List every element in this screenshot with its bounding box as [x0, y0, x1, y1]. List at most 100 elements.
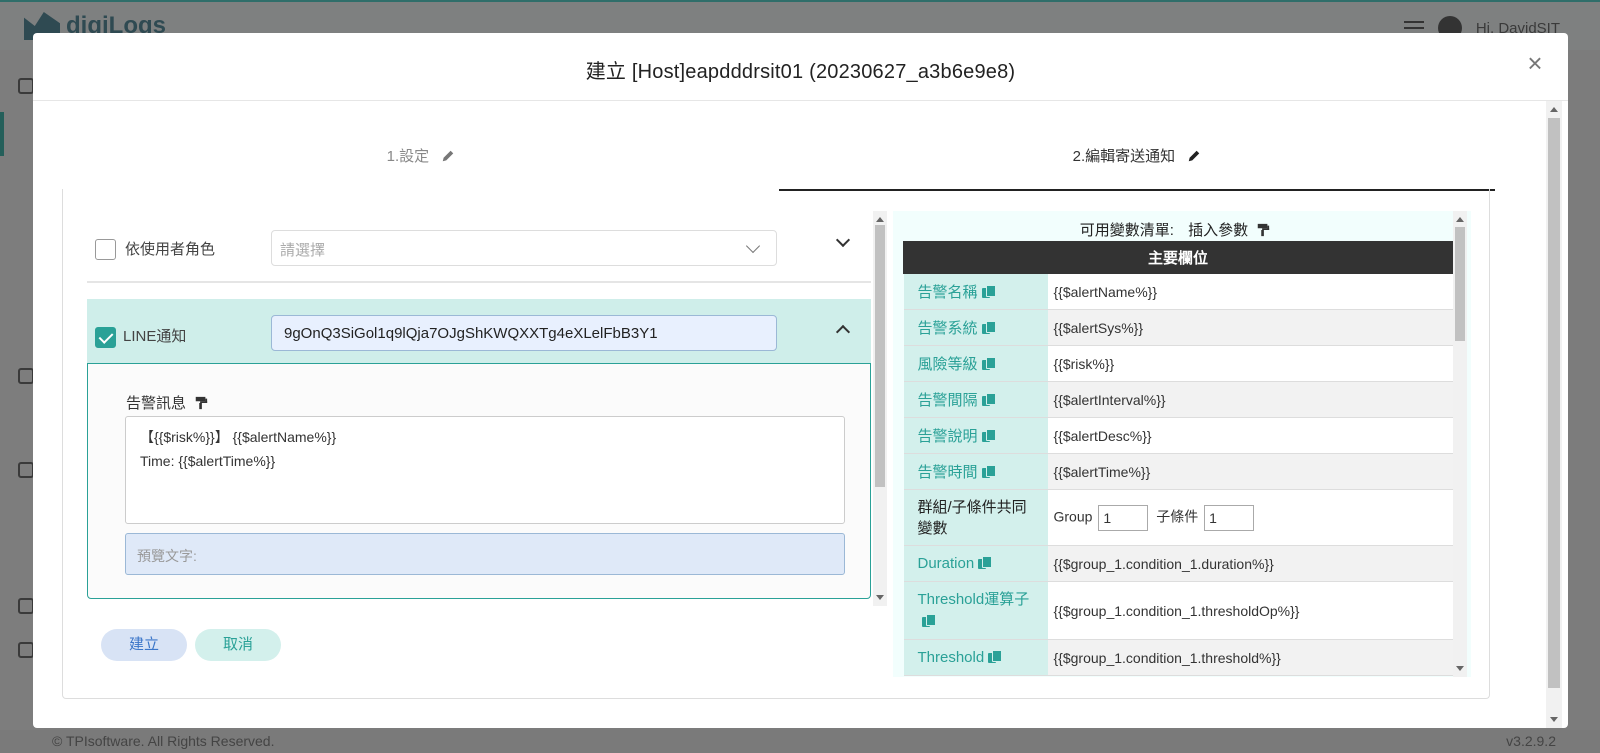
var-value: {{$alertSys%}}: [1047, 309, 1453, 346]
copy-icon[interactable]: [981, 393, 996, 407]
scroll-thumb[interactable]: [1548, 118, 1560, 688]
modal-title: 建立 [Host]eapdddrsit01 (20230627_a3b6e9e8…: [585, 61, 1016, 83]
table-row: 告警系統 {{$alertSys%}}: [903, 309, 1453, 346]
step-tabs: 1.設定 2.編輯寄送通知: [63, 141, 1495, 191]
notification-settings: 依使用者角色 請選擇 LINE通知 9gOnQ3SiGol1q9lQja7OJg…: [87, 211, 887, 606]
scroll-thumb[interactable]: [1455, 227, 1465, 341]
copy-icon[interactable]: [981, 321, 996, 335]
line-row: LINE通知 9gOnQ3SiGol1q9lQja7OJgShKWQXXTg4e…: [87, 299, 871, 363]
format-brush-icon[interactable]: [1256, 223, 1270, 237]
close-icon[interactable]: ×: [1520, 49, 1550, 79]
copy-icon[interactable]: [981, 285, 996, 299]
role-row: 依使用者角色 請選擇: [87, 221, 871, 283]
chart-icon: [18, 462, 34, 478]
line-checkbox[interactable]: [95, 327, 116, 348]
message-line-2: Time: {{$alertTime%}}: [140, 453, 276, 469]
scroll-down-icon[interactable]: [1456, 666, 1464, 671]
alert-message-box: 告警訊息 【{{$risk%}}】 {{$alertName%}} Time: …: [87, 363, 871, 599]
pencil-icon: [1189, 150, 1200, 162]
line-label: LINE通知: [123, 328, 187, 345]
group-key: 群組/子條件共同變數: [903, 489, 1048, 546]
var-key: 告警間隔: [917, 392, 978, 409]
scroll-down-icon[interactable]: [876, 595, 884, 600]
variables-table: 主要欄位 告警名稱 {{$alertName%}} 告警系統 {{$alertS…: [903, 241, 1453, 676]
role-select[interactable]: 請選擇: [271, 230, 777, 266]
table-row: Duration {{$group_1.condition_1.duration…: [903, 545, 1453, 582]
table-row: Threshold {{$group_1.condition_1.thresho…: [903, 639, 1453, 676]
message-line-1: 【{{$risk%}}】 {{$alertName%}}: [140, 429, 337, 445]
copy-icon[interactable]: [981, 429, 996, 443]
footer-version: v3.2.9.2: [1506, 733, 1556, 749]
settings-icon: [18, 642, 34, 658]
variables-panel: 可用變數清單: 插入參數 主要欄位 告警名稱 {{$alertName%}} 告…: [893, 211, 1471, 677]
scroll-thumb[interactable]: [875, 225, 885, 487]
left-scrollbar[interactable]: [873, 211, 887, 606]
var-value: {{$alertName%}}: [1047, 273, 1453, 310]
copy-icon[interactable]: [921, 613, 936, 628]
var-key: 告警名稱: [917, 284, 978, 301]
collapse-line-icon[interactable]: [835, 324, 851, 340]
footer-copyright: © TPIsoftware. All Rights Reserved.: [52, 733, 275, 749]
var-value: {{$group_1.condition_1.duration%}}: [1047, 545, 1453, 582]
user-icon: [18, 78, 34, 94]
var-key: Threshold運算子: [917, 590, 1030, 608]
tab-edit-notification[interactable]: 2.編輯寄送通知: [779, 141, 1495, 191]
tab-settings[interactable]: 1.設定: [63, 141, 779, 191]
sidebar-active-indicator: [0, 112, 4, 156]
var-key: Duration: [917, 555, 975, 572]
var-key: 風險等級: [917, 356, 978, 373]
role-checkbox[interactable]: [95, 239, 116, 260]
var-key: 告警時間: [917, 464, 978, 481]
create-button[interactable]: 建立: [101, 629, 187, 661]
table-header: 主要欄位: [903, 241, 1453, 274]
copy-icon[interactable]: [988, 650, 1003, 664]
list-icon: [18, 368, 34, 384]
scroll-up-icon[interactable]: [1456, 217, 1464, 222]
var-key: 告警系統: [917, 320, 978, 337]
table-row: 告警間隔 {{$alertInterval%}}: [903, 381, 1453, 418]
pencil-icon: [443, 150, 454, 162]
scroll-down-icon[interactable]: [1550, 717, 1558, 722]
expand-role-icon[interactable]: [835, 232, 851, 248]
table-row: 告警說明 {{$alertDesc%}}: [903, 417, 1453, 454]
table-row: 風險等級 {{$risk%}}: [903, 345, 1453, 382]
scroll-up-icon[interactable]: [876, 217, 884, 222]
var-value: {{$alertTime%}}: [1047, 453, 1453, 490]
chevron-down-icon: [745, 238, 761, 254]
condition-input[interactable]: 1: [1204, 504, 1255, 531]
cancel-button[interactable]: 取消: [195, 629, 281, 661]
table-row: 告警名稱 {{$alertName%}}: [903, 273, 1453, 310]
var-key: Threshold: [917, 649, 985, 666]
gear-icon: [18, 598, 34, 614]
var-value: {{$group_1.condition_1.threshold%}}: [1047, 639, 1453, 676]
var-key: 告警說明: [917, 428, 978, 445]
modal-header: 建立 [Host]eapdddrsit01 (20230627_a3b6e9e8…: [33, 33, 1568, 101]
right-scrollbar[interactable]: [1453, 211, 1467, 677]
format-brush-icon[interactable]: [194, 396, 208, 410]
insert-param-button[interactable]: 插入參數: [1188, 222, 1248, 239]
copy-icon[interactable]: [978, 556, 993, 570]
copy-icon[interactable]: [981, 357, 996, 371]
group-input[interactable]: 1: [1098, 504, 1149, 531]
scroll-up-icon[interactable]: [1550, 107, 1558, 112]
app-footer: © TPIsoftware. All Rights Reserved. v3.2…: [0, 730, 1600, 753]
preview-field[interactable]: 預覽文字:: [125, 533, 845, 575]
create-alert-modal: 建立 [Host]eapdddrsit01 (20230627_a3b6e9e8…: [33, 33, 1568, 728]
notification-panel: 依使用者角色 請選擇 LINE通知 9gOnQ3SiGol1q9lQja7OJg…: [62, 189, 1490, 699]
variables-title: 可用變數清單: 插入參數: [893, 219, 1457, 240]
condition-label: 子條件: [1156, 508, 1199, 525]
modal-body: 1.設定 2.編輯寄送通知 依使用者角色 請選擇 LINE通知 9gOnQ3Si…: [33, 101, 1568, 728]
var-value: {{$alertDesc%}}: [1047, 417, 1453, 454]
alert-message-textarea[interactable]: 【{{$risk%}}】 {{$alertName%}} Time: {{$al…: [125, 416, 845, 524]
role-select-placeholder: 請選擇: [280, 242, 326, 259]
role-label: 依使用者角色: [125, 241, 216, 258]
group-label: Group: [1053, 508, 1093, 525]
alert-message-label: 告警訊息: [126, 392, 208, 413]
modal-scrollbar[interactable]: [1546, 101, 1562, 728]
copy-icon[interactable]: [981, 465, 996, 479]
group-row: 群組/子條件共同變數 Group 1 子條件 1: [903, 489, 1453, 546]
line-token-input[interactable]: 9gOnQ3SiGol1q9lQja7OJgShKWQXXTg4eXLelFbB…: [271, 315, 777, 351]
table-row: 告警時間 {{$alertTime%}}: [903, 453, 1453, 490]
var-value: {{$alertInterval%}}: [1047, 381, 1453, 418]
table-row: Threshold運算子 {{$group_1.condition_1.thre…: [903, 581, 1453, 640]
